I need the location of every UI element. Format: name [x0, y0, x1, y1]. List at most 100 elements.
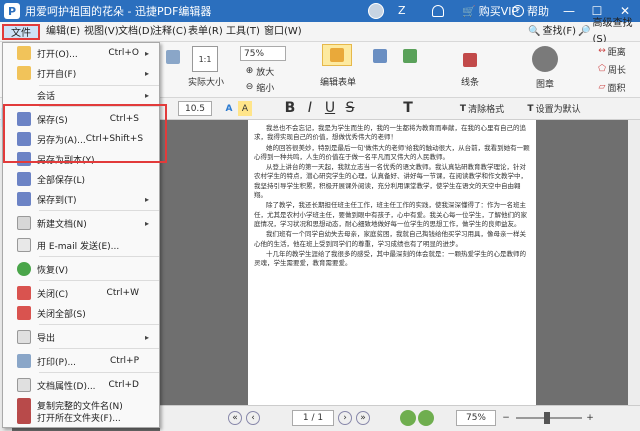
lines-label[interactable]: 线条 [454, 74, 486, 88]
save-to-icon [17, 192, 31, 206]
menu-separator [39, 256, 159, 257]
ruler-icon: ↔ [598, 46, 606, 56]
zoom-out-button[interactable]: ⊖ 缩小 [240, 80, 280, 94]
status-zoom-out-icon[interactable]: − [500, 412, 512, 424]
search-icon: 🔍 [528, 26, 541, 37]
back-icon[interactable] [400, 410, 416, 426]
menu-view[interactable]: 视图(V) [84, 24, 119, 40]
zoom-select[interactable]: 75% [240, 46, 286, 61]
page-number-input[interactable]: 1 / 1 [292, 410, 334, 426]
menu-file[interactable]: 文件 [2, 24, 40, 40]
status-zoom-in-icon[interactable]: + [584, 412, 596, 424]
menu-item-open[interactable]: 打开(O)... Ctrl+O ▸ [3, 43, 159, 63]
prev-page-button[interactable]: ‹ [246, 411, 260, 425]
menu-item-properties[interactable]: 文档属性(D)... Ctrl+D [3, 375, 159, 395]
paragraph[interactable]: 从登上讲台的第一天起，我就立志当一名优秀的语文教师。我认真钻研教育教学理论，针对… [254, 163, 530, 200]
lines-tool-button[interactable] [458, 48, 482, 72]
paragraph[interactable]: 除了教学，我还长期担任班主任工作，班主任工作的实践，使我深深懂得了：作为一名班主… [254, 201, 530, 229]
paragraph[interactable]: 我总也不会忘记，我是为学生而生的，我的一生都将为教育而奉献，在我的心里有自己的追… [254, 124, 530, 143]
font-size-select[interactable]: 10.5 [178, 101, 212, 116]
print-button[interactable] [162, 46, 184, 68]
area-button[interactable]: ▱ 面积 [584, 80, 640, 94]
menu-item-save-all[interactable]: 全部保存(L) [3, 169, 159, 189]
actual-size-icon[interactable]: 1:1 [192, 46, 218, 72]
menu-window[interactable]: 窗口(W) [264, 24, 302, 40]
clear-format-button[interactable]: T 清除格式 [454, 101, 510, 116]
menu-edit[interactable]: 编辑(E) [46, 24, 80, 40]
forward-icon[interactable] [418, 410, 434, 426]
zoom-slider-handle[interactable] [544, 412, 550, 424]
menu-tools[interactable]: 工具(T) [226, 24, 260, 40]
app-logo-icon: P [4, 3, 20, 19]
last-page-button[interactable]: » [356, 411, 370, 425]
menu-item-close[interactable]: 关闭(C) Ctrl+W [3, 283, 159, 303]
distance-button[interactable]: ↔ 距离 [584, 44, 640, 58]
buy-vip-button[interactable]: 🛒 购买VIP [462, 3, 518, 19]
edit-form-label[interactable]: 编辑表单 [318, 74, 358, 88]
paragraph[interactable]: 十几年的教学生涯给了我很多的感受，其中最深刻的体会就是：一颗热爱学生的心是教师的… [254, 250, 530, 269]
open-folder-location-icon [17, 410, 31, 424]
menu-item-open-from[interactable]: 打开自(F) ▸ [3, 63, 159, 83]
open-folder-icon [17, 46, 31, 60]
textbox-icon [373, 49, 387, 63]
menu-item-new-document[interactable]: 新建文档(N) ▸ [3, 213, 159, 233]
checkbox-tool-button[interactable] [400, 46, 420, 66]
set-default-button[interactable]: T 设置为默认 [518, 101, 590, 116]
minimize-button[interactable]: — [560, 2, 578, 20]
document-viewport[interactable]: 我总也不会忘记，我是为学生而生的，我的一生都将为教育而奉献，在我的心里有自己的追… [160, 120, 640, 405]
help-icon: ? [512, 5, 524, 17]
menu-annotation[interactable]: 注释(C) [152, 24, 187, 40]
avatar[interactable] [368, 3, 384, 19]
zoom-in-icon: ⊕ [245, 66, 254, 76]
print-icon [166, 50, 180, 64]
select-tool-button[interactable] [322, 44, 352, 66]
strikethrough-button[interactable]: S [342, 99, 358, 117]
bold-button[interactable]: B [282, 99, 298, 117]
form-tool-button[interactable] [370, 46, 390, 66]
menu-item-close-all[interactable]: 关闭全部(S) [3, 303, 159, 323]
help-button[interactable]: ? 帮助 [512, 3, 549, 19]
stamp-label[interactable]: 图章 [530, 76, 560, 90]
actual-size-label[interactable]: 实际大小 [186, 74, 226, 88]
advanced-find-button[interactable]: 🔎 高级查找(S) [578, 18, 640, 45]
menu-item-save-to[interactable]: 保存到(T) ▸ [3, 189, 159, 209]
properties-icon [17, 378, 31, 392]
zoom-out-label: 缩小 [256, 83, 275, 94]
perimeter-button[interactable]: ⬠ 周长 [584, 62, 640, 76]
menu-item-print[interactable]: 打印(P)... Ctrl+P [3, 351, 159, 371]
set-default-label: 设置为默认 [535, 105, 581, 115]
user-name[interactable]: Z [398, 4, 406, 17]
find-button[interactable]: 🔍 查找(F) [528, 24, 576, 40]
menu-item-open-folder[interactable]: 打开所在文件夹(F)... [3, 407, 159, 427]
text-color-icon[interactable]: A [222, 101, 236, 116]
paragraph[interactable]: 她的回答很美妙，特别是最后一句'做伟大的老师'给我的触动很大，从台前，我看到她有… [254, 144, 530, 163]
export-icon [17, 330, 31, 344]
paragraph[interactable]: 我们班有一个同学自幼失去母亲，家庭贫困，我就自己掏钱给他买学习用具，像母亲一样关… [254, 230, 530, 249]
menu-form[interactable]: 表单(R) [188, 24, 223, 40]
zoom-in-button[interactable]: ⊕ 放大 [240, 64, 280, 78]
menu-document[interactable]: 文档(D) [118, 24, 154, 40]
cursor-icon [330, 48, 344, 62]
menu-separator [39, 324, 159, 325]
clear-format-icon: T [459, 103, 467, 114]
highlight-color-icon[interactable]: A [238, 101, 252, 116]
menu-item-export[interactable]: 导出 ▸ [3, 327, 159, 347]
zoom-out-icon: ⊖ [245, 82, 254, 92]
first-page-button[interactable]: « [228, 411, 242, 425]
session-icon [17, 88, 31, 102]
underline-button[interactable]: U [322, 99, 338, 117]
restore-icon [17, 262, 31, 276]
menu-item-session[interactable]: 会话 ▸ [3, 85, 159, 105]
italic-button[interactable]: I [302, 99, 318, 117]
text-button[interactable]: T [400, 99, 416, 117]
stamp-icon[interactable] [532, 46, 558, 72]
save-all-icon [17, 172, 31, 186]
menu-item-restore[interactable]: 恢复(V) [3, 259, 159, 279]
vertical-scrollbar[interactable] [628, 120, 640, 405]
next-page-button[interactable]: › [338, 411, 352, 425]
perimeter-icon: ⬠ [598, 64, 606, 74]
menu-item-email[interactable]: 用 E-mail 发送(E)... [3, 235, 159, 255]
status-zoom-select[interactable]: 75% [456, 410, 496, 426]
bell-icon[interactable] [432, 5, 444, 17]
pdf-page[interactable]: 我总也不会忘记，我是为学生而生的，我的一生都将为教育而奉献，在我的心里有自己的追… [248, 120, 536, 405]
